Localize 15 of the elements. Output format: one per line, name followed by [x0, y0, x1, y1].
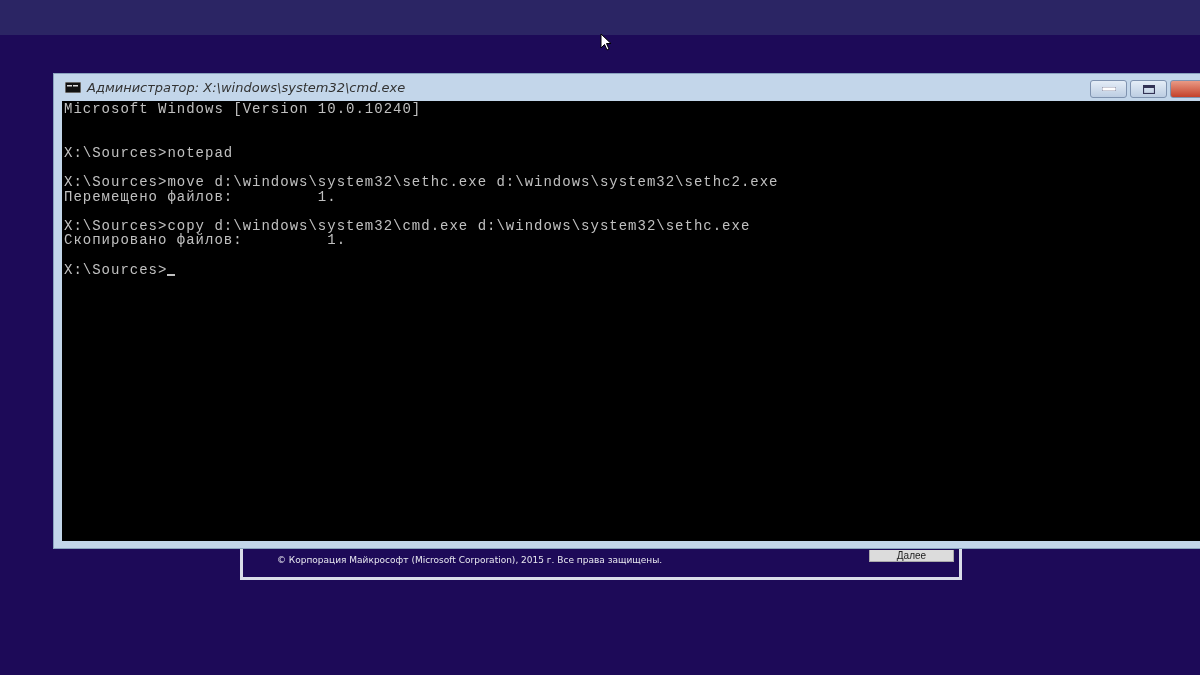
- mouse-pointer-icon: [600, 33, 612, 51]
- maximize-icon: [1142, 84, 1155, 94]
- console-line: X:\Sources>: [64, 262, 168, 278]
- copyright-text: © Корпорация Майкрософт (Microsoft Corporation), 2015 г. Все права защищены.: [277, 555, 663, 565]
- console-icon: [65, 82, 81, 93]
- console-line: Microsoft Windows [Version 10.0.10240]: [64, 102, 422, 117]
- minimize-icon: [1101, 87, 1116, 91]
- console-line: X:\Sources>copy d:\windows\system32\cmd.exe d:\windows\system32\sethc.exe: [64, 218, 751, 234]
- console-line: Перемещено файлов: 1.: [64, 189, 337, 205]
- console-line: X:\Sources>notepad: [64, 145, 234, 161]
- console-line: Скопировано файлов: 1.: [64, 233, 347, 248]
- window-title: Администратор: X:\windows\system32\cmd.exe: [87, 80, 406, 95]
- next-button[interactable]: Далее: [869, 550, 954, 562]
- console-line: X:\Sources>move d:\windows\system32\sethc.exe d:\windows\system32\sethc2.exe: [64, 174, 779, 190]
- maximize-button[interactable]: [1130, 80, 1167, 98]
